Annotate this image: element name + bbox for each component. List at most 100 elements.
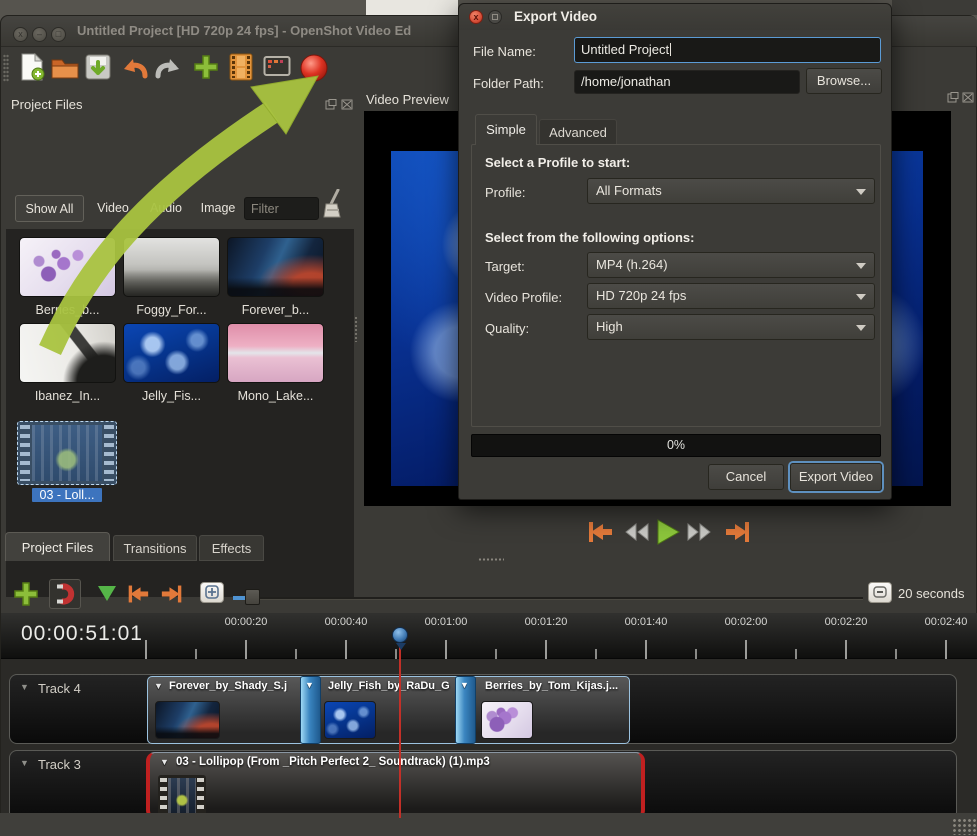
zoom-scale-label: 20 seconds (898, 586, 965, 601)
center-on-playhead-button[interactable] (200, 582, 224, 603)
rewind-button[interactable] (624, 522, 650, 542)
filter-image-button[interactable]: Image (195, 195, 241, 222)
transition-marker[interactable]: ▼ (455, 676, 476, 744)
file-thumbnail-foggy-forest[interactable] (123, 237, 220, 297)
file-label[interactable]: Forever_b... (227, 303, 324, 317)
track-menu-chevron-icon[interactable]: ▼ (20, 758, 29, 768)
next-marker-button[interactable] (159, 583, 185, 605)
filter-audio-button[interactable]: Audio (143, 195, 189, 222)
import-files-button[interactable] (193, 54, 219, 85)
zoom-slider-handle[interactable] (245, 589, 260, 605)
zoom-out-button[interactable] (868, 582, 892, 603)
undo-button[interactable] (121, 56, 149, 85)
redo-button[interactable] (154, 56, 182, 85)
video-profile-label: Video Profile: (485, 290, 562, 305)
float-panel-icon[interactable] (325, 99, 337, 110)
window-maximize-button[interactable]: □ (51, 27, 66, 42)
choose-profile-button[interactable] (229, 53, 253, 86)
preview-splitter-handle[interactable] (478, 558, 504, 561)
export-video-confirm-button[interactable]: Export Video (790, 463, 882, 491)
clear-filter-broom-icon[interactable] (322, 189, 344, 221)
tab-project-files[interactable]: Project Files (5, 532, 110, 561)
file-label-selected[interactable]: 03 - Loll... (32, 488, 102, 502)
tab-advanced[interactable]: Advanced (539, 119, 617, 145)
folder-path-label: Folder Path: (473, 76, 544, 91)
filter-show-all-button[interactable]: Show All (15, 195, 84, 222)
tab-simple[interactable]: Simple (475, 114, 537, 145)
panel-splitter-handle[interactable] (354, 316, 359, 342)
center-plus-icon (205, 585, 219, 599)
snapping-toggle-button[interactable] (49, 579, 81, 609)
clip-berries[interactable]: Berries_by_Tom_Kijas.j... (468, 676, 630, 744)
file-thumbnail-jellyfish[interactable] (123, 323, 220, 383)
profile-dropdown[interactable]: All Formats (587, 178, 875, 204)
add-marker-button[interactable] (98, 586, 116, 601)
browse-button[interactable]: Browse... (806, 68, 882, 94)
export-video-button[interactable] (299, 53, 329, 88)
clip-menu-chevron-icon[interactable]: ▼ (154, 681, 163, 691)
track-4-lane: ▼ Track 4 ▼ Forever_by_Shady_S.j Jelly_F… (9, 674, 957, 744)
plus-icon (193, 54, 219, 80)
window-close-button[interactable]: x (13, 27, 28, 42)
add-track-button[interactable] (13, 581, 39, 607)
transition-chevron-icon: ▼ (460, 680, 469, 690)
ruler-tick-label: 00:02:20 (825, 616, 868, 628)
quality-value: High (596, 319, 623, 334)
window-minimize-button[interactable]: – (32, 27, 47, 42)
clip-jellyfish[interactable]: Jelly_Fish_by_RaDu_G (313, 676, 468, 744)
fast-forward-button[interactable] (686, 522, 712, 542)
cancel-button[interactable]: Cancel (708, 464, 784, 490)
file-label[interactable]: Foggy_For... (123, 303, 220, 317)
clip-menu-chevron-icon[interactable]: ▼ (160, 757, 169, 767)
save-project-button[interactable] (85, 54, 111, 85)
zoom-slider-track[interactable] (233, 597, 863, 599)
tab-effects[interactable]: Effects (199, 535, 264, 561)
window-resize-grip[interactable] (952, 818, 976, 835)
transition-marker[interactable]: ▼ (300, 676, 321, 744)
filter-video-button[interactable]: Video (91, 195, 135, 222)
file-name-input[interactable]: Untitled Project (574, 37, 881, 63)
chevron-down-icon (856, 189, 866, 195)
toolbar-grip-handle[interactable] (3, 54, 9, 82)
minus-icon (873, 585, 887, 599)
clip-lollipop-audio[interactable]: ▼ 03 - Lollipop (From _Pitch Perfect 2_ … (146, 752, 645, 819)
file-thumbnail-lollipop-audio[interactable] (18, 422, 116, 484)
target-dropdown[interactable]: MP4 (h.264) (587, 252, 875, 278)
float-panel-icon[interactable] (947, 92, 959, 103)
track-menu-chevron-icon[interactable]: ▼ (20, 682, 29, 692)
tab-transitions[interactable]: Transitions (113, 535, 197, 561)
file-name-label: File Name: (473, 44, 536, 59)
record-circle-icon (299, 53, 329, 83)
new-project-button[interactable] (19, 53, 45, 86)
playhead-marker[interactable] (392, 627, 408, 643)
ruler-tick-label: 00:02:00 (725, 616, 768, 628)
previous-marker-button[interactable] (125, 583, 151, 605)
file-label[interactable]: Jelly_Fis... (123, 389, 220, 403)
filter-input[interactable] (244, 197, 319, 220)
close-panel-icon[interactable] (341, 99, 353, 110)
file-label[interactable]: Mono_Lake... (227, 389, 324, 403)
folder-path-input[interactable]: /home/jonathan (574, 70, 800, 94)
play-button[interactable] (655, 518, 681, 546)
file-thumbnail-ibanez-guitar[interactable] (19, 323, 116, 383)
fullscreen-button[interactable] (263, 55, 291, 84)
file-thumbnail-berries[interactable] (19, 237, 116, 297)
file-label[interactable]: Ibanez_In... (19, 389, 116, 403)
video-profile-dropdown[interactable]: HD 720p 24 fps (587, 283, 875, 309)
file-thumbnail-forever[interactable] (227, 237, 324, 297)
timeline-ruler[interactable]: 00:00:51:01 00:00:20 00:00:40 00:01:00 0… (1, 613, 977, 659)
dialog-maximize-button[interactable] (488, 10, 502, 24)
close-panel-icon[interactable] (962, 92, 974, 103)
open-project-button[interactable] (51, 56, 79, 85)
file-thumbnail-mono-lake[interactable] (227, 323, 324, 383)
quality-dropdown[interactable]: High (587, 314, 875, 340)
selection-overlay (17, 421, 117, 485)
dialog-close-button[interactable]: x (469, 10, 483, 24)
open-folder-icon (51, 56, 79, 80)
clip-forever[interactable]: ▼ Forever_by_Shady_S.j (147, 676, 313, 744)
file-label[interactable]: Berries_b... (19, 303, 116, 317)
jump-to-start-button[interactable] (586, 519, 614, 545)
jump-to-end-button[interactable] (724, 519, 752, 545)
ruler-tick-label: 00:01:40 (625, 616, 668, 628)
monitor-icon (263, 55, 291, 79)
